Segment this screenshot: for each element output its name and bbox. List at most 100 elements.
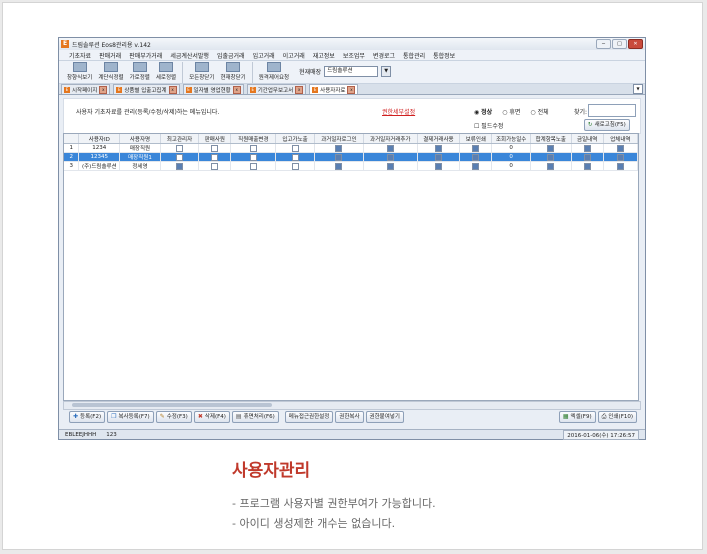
grid-checkbox[interactable] (386, 144, 394, 152)
grid-checkbox[interactable] (616, 153, 624, 161)
days-cell[interactable]: 0 (491, 161, 531, 171)
chevron-down-icon[interactable]: ▼ (381, 66, 392, 77)
radio-normal[interactable]: ◉ 정상 (474, 107, 492, 116)
checkbox-cell[interactable] (230, 152, 277, 162)
checkbox-cell[interactable] (363, 143, 418, 153)
refresh-button[interactable]: ↻ 새로고침(F5) (584, 119, 630, 131)
grid-checkbox[interactable] (176, 153, 184, 161)
tab-user-data[interactable]: E 사용자자료 x (309, 84, 359, 94)
row-number-cell[interactable]: 3 (64, 161, 80, 171)
grid-checkbox[interactable] (583, 144, 591, 152)
column-header[interactable]: 합계항목노출 (530, 134, 572, 144)
tab-daily-status[interactable]: E 일자별 영업현황 x (182, 84, 244, 94)
menu-item[interactable]: 통합관리 (403, 51, 425, 60)
grid-checkbox[interactable] (335, 162, 343, 170)
grid-checkbox[interactable] (335, 153, 343, 161)
row-number-cell[interactable]: 1 (64, 143, 80, 153)
column-header[interactable]: 사용자명 (119, 134, 161, 144)
checkbox-cell[interactable] (198, 152, 232, 162)
checkbox-cell[interactable] (275, 143, 315, 153)
checkbox-cell[interactable] (603, 152, 639, 162)
checkbox-cell[interactable] (459, 161, 493, 171)
user-name-cell[interactable]: 정세영 (119, 161, 161, 171)
remote-control-button[interactable]: 원격제어요청 (251, 62, 289, 83)
menu-item[interactable]: 보조업무 (343, 51, 365, 60)
user-id-cell[interactable]: (주)드림솔루션 (78, 161, 121, 171)
user-id-cell[interactable]: 12345 (78, 152, 121, 162)
menu-item[interactable]: 판매부가거래 (129, 51, 162, 60)
menu-item[interactable]: 기초자료 (69, 51, 91, 60)
user-name-cell[interactable]: 매장직원1 (119, 152, 161, 162)
radio-all[interactable]: ○ 전체 (530, 107, 548, 116)
grid-checkbox[interactable] (434, 144, 442, 152)
table-row[interactable]: 1 1234 매장직원 0 (64, 143, 639, 153)
close-all-button[interactable]: 모든창닫기 (182, 62, 214, 83)
grid-checkbox[interactable] (291, 153, 299, 161)
close-button[interactable]: ✕ (628, 39, 643, 49)
grid-checkbox[interactable] (472, 144, 480, 152)
column-header[interactable]: 사용자ID (78, 134, 121, 144)
menu-item[interactable]: 변경로그 (373, 51, 395, 60)
checkbox-cell[interactable] (459, 143, 493, 153)
row-number-cell[interactable]: 2 (64, 152, 80, 162)
delete-button[interactable]: ✖ 삭제(F4) (193, 411, 230, 423)
table-row[interactable]: 3 (주)드림솔루션 정세영 0 (64, 161, 639, 171)
checkbox-cell[interactable] (160, 161, 200, 171)
cascade-arrange-button[interactable]: 계단식정렬 (98, 62, 124, 83)
user-id-cell[interactable]: 1234 (78, 143, 121, 153)
permission-copy-button[interactable]: 권한복사 (335, 411, 364, 423)
dormant-button[interactable]: ▤ 휴면처리(F6) (231, 411, 279, 423)
grid-checkbox[interactable] (335, 144, 343, 152)
user-name-cell[interactable]: 매장직원 (119, 143, 161, 153)
permission-paste-button[interactable]: 권한붙여넣기 (365, 411, 404, 423)
checkbox-cell[interactable] (363, 152, 418, 162)
grid-checkbox[interactable] (211, 153, 219, 161)
checkbox-cell[interactable] (603, 143, 639, 153)
checkbox-cell[interactable] (571, 152, 604, 162)
checkbox-cell[interactable] (275, 161, 315, 171)
radio-resign[interactable]: ○ 휴면 (502, 107, 520, 116)
tab-product-summary[interactable]: E 상품별 입출고집계 x (113, 84, 180, 94)
column-header[interactable]: 업체내역 (603, 134, 639, 144)
grid-checkbox[interactable] (472, 162, 480, 170)
grid-checkbox[interactable] (386, 153, 394, 161)
grid-checkbox[interactable] (547, 162, 555, 170)
menu-item[interactable]: 입출금거래 (217, 51, 245, 60)
add-button[interactable]: ✚ 등록(F2) (69, 411, 106, 423)
column-header[interactable]: 과거일자거래추가 (363, 134, 418, 144)
checkbox-cell[interactable] (230, 161, 277, 171)
excel-button[interactable]: ▦ 엑셀(F9) (558, 411, 596, 423)
tab-period-report[interactable]: E 기간업무보고서 x (246, 84, 307, 94)
column-header[interactable]: 금일내역 (571, 134, 604, 144)
grid-checkbox[interactable] (616, 162, 624, 170)
column-header[interactable]: 과거일자로그인 (314, 134, 365, 144)
checkbox-cell[interactable] (417, 152, 461, 162)
required-checkbox[interactable]: ☐ 필드수정 (474, 121, 503, 130)
permission-link[interactable]: 권한세부설정 (382, 107, 415, 116)
grid-checkbox[interactable] (211, 144, 219, 152)
close-icon[interactable]: x (232, 85, 241, 94)
checkbox-cell[interactable] (530, 152, 572, 162)
checkbox-cell[interactable] (198, 143, 232, 153)
column-header[interactable]: 결제거래사용 (417, 134, 461, 144)
grid-checkbox[interactable] (211, 162, 219, 170)
tab-list-dropdown[interactable]: ▼ (633, 84, 643, 94)
checkbox-cell[interactable] (417, 143, 461, 153)
checkbox-cell[interactable] (314, 143, 365, 153)
checkbox-cell[interactable] (530, 161, 572, 171)
checkbox-cell[interactable] (459, 152, 493, 162)
grid-checkbox[interactable] (249, 162, 257, 170)
edit-button[interactable]: ✎ 수정(F3) (155, 411, 192, 423)
menu-item[interactable]: 이고거래 (283, 51, 305, 60)
cascade-view-button[interactable]: 창향식보기 (67, 62, 92, 83)
checkbox-cell[interactable] (571, 161, 604, 171)
column-header[interactable]: 입고가노출 (275, 134, 315, 144)
grid-checkbox[interactable] (434, 153, 442, 161)
days-cell[interactable]: 0 (491, 143, 531, 153)
grid-checkbox[interactable] (616, 144, 624, 152)
grid-checkbox[interactable] (176, 144, 184, 152)
checkbox-cell[interactable] (417, 161, 461, 171)
close-icon[interactable]: x (347, 85, 356, 94)
grid-checkbox[interactable] (434, 162, 442, 170)
checkbox-cell[interactable] (160, 152, 200, 162)
